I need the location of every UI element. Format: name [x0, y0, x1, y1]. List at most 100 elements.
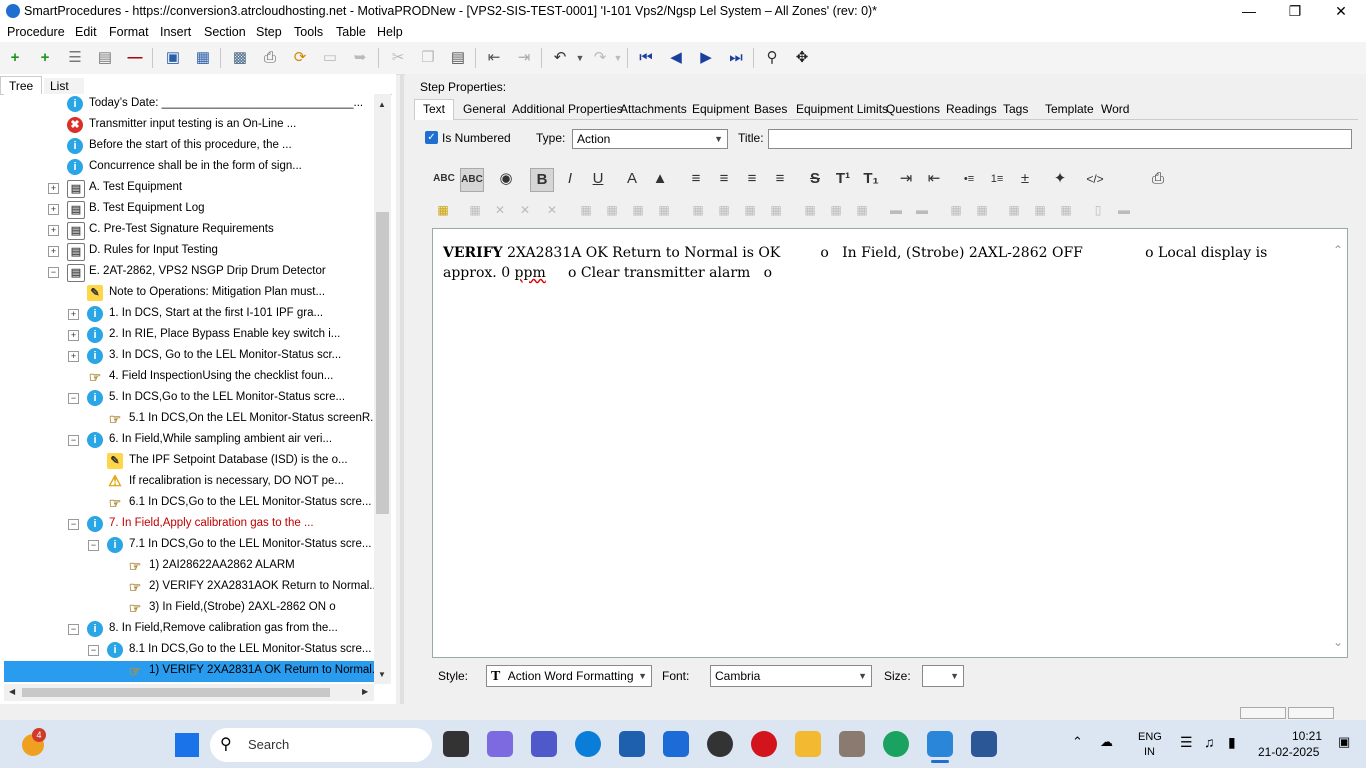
highlight-icon[interactable]: ▲ [649, 168, 671, 190]
tree-row[interactable]: − i 6. In Field,While sampling ambient air… [4, 430, 374, 451]
tree-row[interactable]: ☞ 4. Field InspectionUsing the checklist … [4, 367, 374, 388]
export-icon[interactable]: ▩ [230, 48, 250, 68]
strikethrough-icon[interactable]: S [804, 168, 826, 190]
tree-row[interactable]: ☞ 1) VERIFY 2XA2831A OK Return to Normal.… [4, 661, 374, 682]
battery-icon[interactable]: ▮ [1228, 734, 1236, 751]
copy-icon[interactable]: ❐ [418, 48, 438, 68]
undo-icon[interactable]: ↶ [550, 48, 570, 68]
move-icon[interactable]: ✥ [792, 48, 812, 68]
menu-tools[interactable]: Tools [294, 25, 323, 39]
volume-icon[interactable]: ♫ [1204, 734, 1215, 750]
expand-icon[interactable]: + [48, 246, 59, 257]
tree-row[interactable]: − ▤ E. 2AT-2862, VPS2 NSGP Drip Drum Detec… [4, 262, 374, 283]
clock-time[interactable]: 10:21 [1270, 729, 1322, 743]
word-icon[interactable] [971, 731, 997, 757]
add-substep-icon[interactable]: + [35, 48, 55, 68]
restore-button[interactable]: ❐ [1272, 0, 1318, 22]
scroll-left-icon[interactable]: ◀ [9, 687, 15, 696]
chrome-icon[interactable] [883, 731, 909, 757]
redo-dropdown-icon[interactable]: ▼ [608, 48, 628, 68]
tree-row[interactable]: ⚠ If recalibration is necessary, DO NOT p… [4, 472, 374, 493]
tree-row[interactable]: i Before the start of this procedure, the… [4, 136, 374, 157]
step-text-editor[interactable]: VERIFY 2XA2831A OK Return to Normal is O… [432, 228, 1348, 658]
tree-row[interactable]: ☞ 3) In Field,(Strobe) 2AXL-2862 ON o [4, 598, 374, 619]
align-left-icon[interactable]: ≡ [685, 168, 707, 190]
open-icon[interactable]: ▣ [163, 48, 183, 68]
superscript-icon[interactable]: T¹ [832, 168, 854, 190]
increase-indent-icon[interactable]: ⇥ [895, 168, 917, 190]
procedure-tree[interactable]: i Today’s Date: _________________________… [4, 94, 374, 684]
collapse-icon[interactable]: − [68, 624, 79, 635]
code-view-icon[interactable]: </> [1084, 168, 1106, 190]
tree-row[interactable]: ✎ The IPF Setpoint Database (ISD) is the … [4, 451, 374, 472]
print-icon[interactable]: ⎙ [260, 48, 280, 68]
paste-icon[interactable]: ▤ [448, 48, 468, 68]
tab-questions[interactable]: Questions [886, 102, 940, 116]
scroll-thumb[interactable] [376, 212, 389, 514]
horizontal-rule-icon[interactable]: ± [1014, 168, 1036, 190]
tab-equipment-limits[interactable]: Equipment Limits [796, 102, 888, 116]
tree-row[interactable]: ☞ 6.1 In DCS,Go to the LEL Monitor-Status… [4, 493, 374, 514]
language-indicator[interactable]: ENG [1138, 731, 1162, 743]
tree-row[interactable]: i Concurrence shall be in the form of sig… [4, 157, 374, 178]
menu-format[interactable]: Format [109, 25, 149, 39]
search-tool-icon[interactable]: ⚲ [762, 48, 782, 68]
title-field[interactable] [768, 129, 1352, 149]
bulleted-list-icon[interactable]: •≡ [958, 168, 980, 190]
image-icon[interactable]: ▭ [320, 48, 340, 68]
copilot-icon[interactable] [487, 731, 513, 757]
collapse-icon[interactable]: − [68, 435, 79, 446]
tree-row[interactable]: ✎ Note to Operations: Mitigation Plan mus… [4, 283, 374, 304]
windows-start-icon[interactable] [175, 733, 199, 757]
menu-edit[interactable]: Edit [75, 25, 97, 39]
undo-dropdown-icon[interactable]: ▼ [570, 48, 590, 68]
style-select[interactable]: T Action Word Formatting ▼ [486, 665, 652, 687]
tree-row[interactable]: + i 1. In DCS, Start at the first I-101 IP… [4, 304, 374, 325]
scroll-down-icon[interactable]: ▼ [378, 670, 386, 679]
close-button[interactable]: ✕ [1318, 0, 1364, 22]
font-select[interactable]: Cambria ▼ [710, 665, 872, 687]
add-step-icon[interactable]: + [5, 48, 25, 68]
tree-vertical-scrollbar[interactable]: ▲ ▼ [374, 94, 391, 684]
tab-readings[interactable]: Readings [946, 102, 997, 116]
outdent-icon[interactable]: ⇤ [484, 48, 504, 68]
tab-equipment[interactable]: Equipment [692, 102, 749, 116]
save-icon[interactable]: ▦ [193, 48, 213, 68]
align-center-icon[interactable]: ≡ [713, 168, 735, 190]
tree-row[interactable]: − i 7.1 In DCS,Go to the LEL Monitor-Statu… [4, 535, 374, 556]
collapse-icon[interactable]: − [68, 393, 79, 404]
tree-row[interactable]: − i 8. In Field,Remove calibration gas fro… [4, 619, 374, 640]
collapse-icon[interactable]: − [48, 267, 59, 278]
expand-icon[interactable]: + [48, 225, 59, 236]
tab-attachments[interactable]: Attachments [620, 102, 687, 116]
menu-section[interactable]: Section [204, 25, 246, 39]
indent-icon[interactable]: ⇥ [514, 48, 534, 68]
tree-row[interactable]: + ▤ C. Pre-Test Signature Requirements [4, 220, 374, 241]
tree-row[interactable]: ☞ 2) VERIFY 2XA2831AOK Return to Normal..… [4, 577, 374, 598]
align-right-icon[interactable]: ≡ [741, 168, 763, 190]
spellcheck-icon[interactable]: ABC [433, 168, 455, 190]
color-wheel-icon[interactable]: ◉ [495, 168, 517, 190]
font-color-icon[interactable]: A [621, 168, 643, 190]
taskbar-search-box[interactable]: ⚲ Search [210, 728, 432, 762]
first-step-icon[interactable]: ⏮ [636, 48, 656, 68]
size-select[interactable]: ▼ [922, 665, 964, 687]
italic-icon[interactable]: I [559, 168, 581, 190]
tree-row[interactable]: − i 5. In DCS,Go to the LEL Monitor-Status… [4, 388, 374, 409]
redo-icon[interactable]: ↷ [590, 48, 610, 68]
sync-icon[interactable]: ⟳ [290, 48, 310, 68]
network-status-icon[interactable]: ☁ [1100, 734, 1113, 750]
editor-scroll-down-icon[interactable]: ⌄ [1333, 635, 1343, 649]
tree-row[interactable]: + ▤ A. Test Equipment [4, 178, 374, 199]
menu-help[interactable]: Help [377, 25, 403, 39]
tree-row[interactable]: + i 3. In DCS, Go to the LEL Monitor-Statu… [4, 346, 374, 367]
tree-row[interactable]: i Today’s Date: _________________________… [4, 94, 374, 115]
tab-template[interactable]: Template [1045, 102, 1094, 116]
tab-bases[interactable]: Bases [754, 102, 787, 116]
collapse-icon[interactable]: − [88, 540, 99, 551]
scroll-up-icon[interactable]: ▲ [378, 100, 386, 109]
expand-icon[interactable]: + [68, 330, 79, 341]
last-step-icon[interactable]: ⏭ [726, 48, 746, 68]
tab-list[interactable]: List [44, 78, 84, 94]
tab-tree[interactable]: Tree [0, 76, 42, 95]
